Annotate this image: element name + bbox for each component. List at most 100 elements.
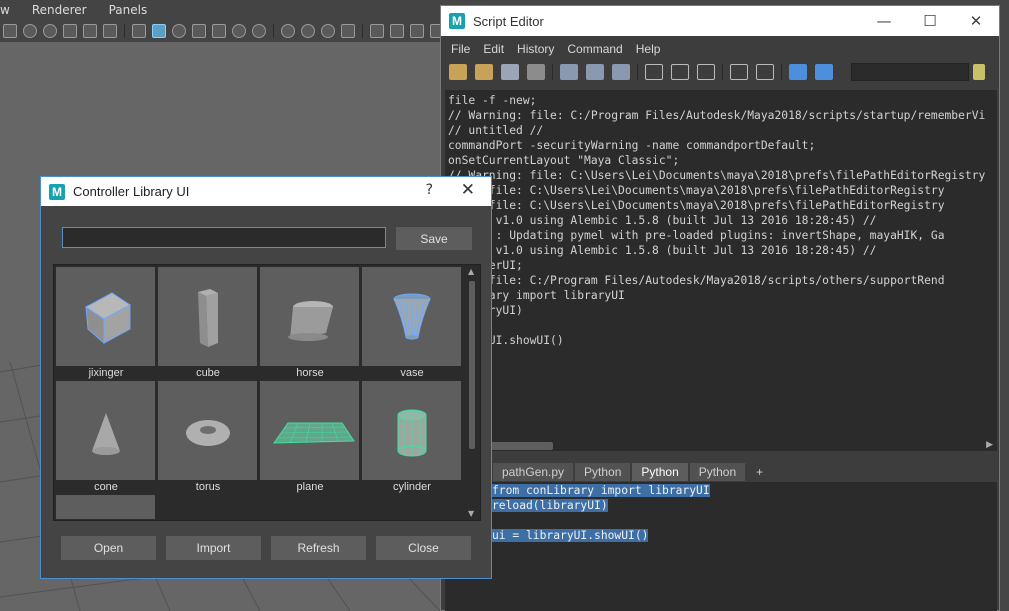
shelf-icon[interactable] [390, 24, 404, 38]
shelf-icon[interactable] [103, 24, 117, 38]
output-line: ibraryUI.showUI() [448, 334, 564, 347]
tab-python[interactable]: Python [575, 463, 631, 481]
shelf-icon[interactable] [341, 24, 355, 38]
jixinger-shape-graphic [85, 292, 131, 345]
shaded-icon[interactable] [152, 24, 166, 38]
wireframe-icon[interactable] [132, 24, 146, 38]
tab-python-active[interactable]: Python [632, 463, 688, 481]
scroll-right-arrow-icon[interactable]: ▶ [986, 440, 993, 450]
menu-renderer[interactable]: Renderer [32, 3, 87, 17]
scrollbar-thumb[interactable] [491, 442, 553, 450]
output-line: Export v1.0 using Alembic 1.5.8 (built J… [448, 214, 877, 227]
source-script-icon[interactable] [475, 64, 493, 80]
minimize-button[interactable]: — [861, 6, 907, 36]
execute-all-icon[interactable] [789, 64, 807, 80]
clear-all-icon[interactable] [612, 64, 630, 80]
clear-input-icon[interactable] [586, 64, 604, 80]
open-script-icon[interactable] [449, 64, 467, 80]
menu-help[interactable]: Help [636, 42, 661, 56]
shelf-icon[interactable] [43, 24, 57, 38]
execute-icon[interactable] [815, 64, 833, 80]
tab-python[interactable]: Python [689, 463, 746, 481]
library-title: Controller Library UI [73, 184, 190, 199]
shelf-icon[interactable] [252, 24, 266, 38]
show-input-icon[interactable] [671, 64, 689, 80]
refresh-button[interactable]: Refresh [271, 536, 366, 560]
controller-label: torus [195, 481, 221, 493]
echo-commands-icon[interactable] [730, 64, 748, 80]
select-tool-icon[interactable] [370, 24, 384, 38]
history-output-pane[interactable]: file -f -new; // Warning: file: C:/Progr… [445, 90, 997, 442]
script-input-pane[interactable]: from conLibrary import libraryUI reload(… [445, 482, 997, 611]
shelf-icon[interactable] [410, 24, 424, 38]
controller-thumbnail [362, 381, 461, 480]
input-line: ui = libraryUI.showUI() [492, 528, 997, 543]
script-editor-titlebar[interactable]: M Script Editor — ☐ ✕ [441, 6, 999, 36]
controller-name-input[interactable] [62, 227, 386, 248]
save-script-icon[interactable] [501, 64, 519, 80]
shelf-icon[interactable] [301, 24, 315, 38]
shelf-icon[interactable] [172, 24, 186, 38]
controller-item-horse[interactable]: horse [259, 266, 361, 380]
controller-item-torus[interactable]: torus [157, 380, 259, 494]
menu-file[interactable]: File [451, 42, 470, 56]
controller-thumbnail [260, 267, 359, 366]
show-history-icon[interactable] [645, 64, 663, 80]
controller-list-scrollbar[interactable]: ▲ ▼ [467, 267, 478, 518]
shelf-icon[interactable] [212, 24, 226, 38]
controller-label: vase [400, 367, 424, 379]
shelf-icon[interactable] [63, 24, 77, 38]
menu-edit[interactable]: Edit [483, 42, 504, 56]
menu-history[interactable]: History [517, 42, 554, 56]
toolbar-separator [637, 64, 638, 80]
controller-label: cone [94, 481, 118, 493]
show-both-icon[interactable] [697, 64, 715, 80]
controller-label: cube [196, 367, 220, 379]
controller-item-cone[interactable]: cone [55, 380, 157, 494]
library-titlebar[interactable]: M Controller Library UI ? ✕ [41, 177, 491, 206]
close-button[interactable]: Close [376, 536, 471, 560]
selected-code: reload(libraryUI) [492, 499, 608, 512]
search-field[interactable] [851, 63, 969, 81]
shelf-icon[interactable] [281, 24, 295, 38]
menu-command[interactable]: Command [567, 42, 622, 56]
horse-shape-graphic [288, 301, 333, 341]
shelf-icon[interactable] [321, 24, 335, 38]
history-horizontal-scrollbar[interactable]: ▶ [445, 439, 997, 451]
output-line: // Warning: file: C:/Program Files/Autod… [448, 109, 986, 122]
scroll-down-arrow-icon[interactable]: ▼ [468, 509, 474, 518]
controller-item-cube[interactable]: cube [157, 266, 259, 380]
controller-item-cylinder[interactable]: cylinder [361, 380, 463, 494]
shelf-icon[interactable] [3, 24, 17, 38]
menu-panels[interactable]: Panels [109, 3, 148, 17]
scroll-up-arrow-icon[interactable]: ▲ [468, 267, 474, 276]
add-tab-button[interactable]: + [747, 463, 772, 481]
controller-thumbnail [56, 495, 155, 519]
controller-label: horse [296, 367, 324, 379]
controller-item-partial[interactable] [55, 494, 157, 520]
controller-item-jixinger[interactable]: jixinger [55, 266, 157, 380]
controller-list[interactable]: jixinger cube horse vase cone torus plan… [53, 264, 481, 521]
import-button[interactable]: Import [166, 536, 261, 560]
save-button[interactable]: Save [396, 227, 472, 250]
close-button[interactable]: ✕ [953, 6, 999, 36]
light-icon[interactable] [232, 24, 246, 38]
save-to-shelf-icon[interactable] [527, 64, 545, 80]
controller-item-plane[interactable]: plane [259, 380, 361, 494]
clear-history-icon[interactable] [560, 64, 578, 80]
maximize-button[interactable]: ☐ [907, 6, 953, 36]
menu-window[interactable]: w [0, 3, 10, 17]
close-icon[interactable]: ✕ [461, 180, 475, 200]
controller-thumbnail [56, 381, 155, 480]
shelf-icon[interactable] [23, 24, 37, 38]
scrollbar-thumb[interactable] [469, 281, 475, 449]
line-numbers-icon[interactable] [756, 64, 774, 80]
open-button[interactable]: Open [61, 536, 156, 560]
shelf-icon[interactable] [83, 24, 97, 38]
shelf-icon[interactable] [192, 24, 206, 38]
maya-menubar: w Renderer Panels [0, 0, 440, 20]
tab-pathgen[interactable]: pathGen.py [493, 463, 574, 481]
help-button[interactable]: ? [426, 182, 433, 198]
controller-item-vase[interactable]: vase [361, 266, 463, 380]
search-icon[interactable] [973, 64, 985, 80]
